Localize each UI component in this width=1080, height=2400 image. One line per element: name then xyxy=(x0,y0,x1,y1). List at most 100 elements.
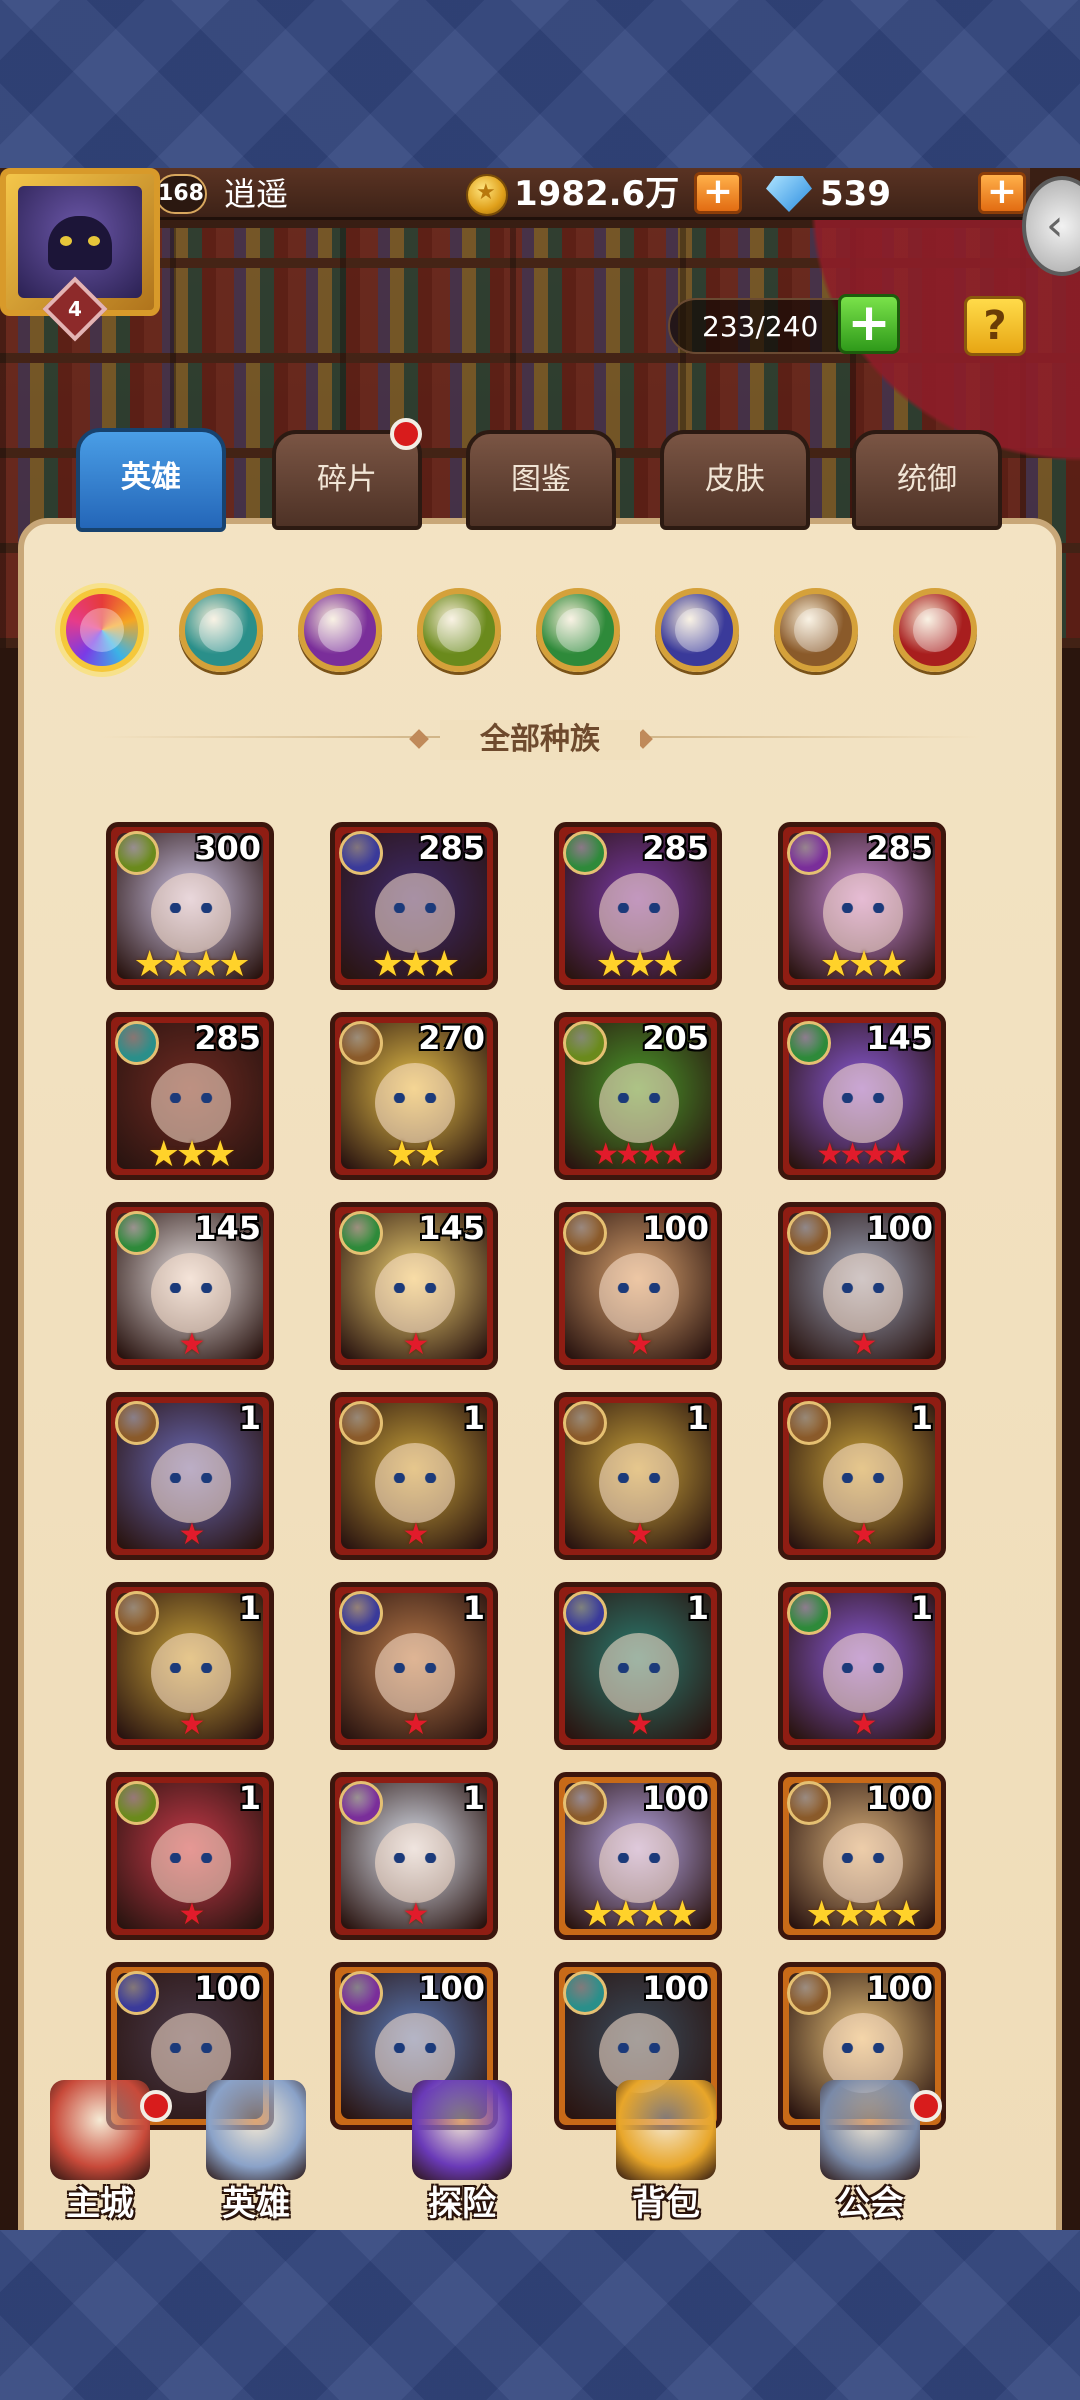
help-button[interactable]: ? xyxy=(964,296,1026,356)
letterbox-top xyxy=(0,0,1080,168)
hero-race-icon xyxy=(787,1211,831,1255)
hero-eyes xyxy=(837,903,889,913)
add-gold-button[interactable]: + xyxy=(694,172,742,214)
hero-card[interactable]: 285 ★★★ xyxy=(106,1012,274,1180)
hero-level: 100 xyxy=(866,1779,933,1817)
hero-level: 1 xyxy=(686,1589,709,1627)
hero-eyes xyxy=(837,2043,889,2053)
gold-coin-icon xyxy=(466,174,508,216)
hero-race-icon xyxy=(115,1591,159,1635)
hero-level: 100 xyxy=(418,1969,485,2007)
hero-face xyxy=(151,1443,231,1523)
race-emblem xyxy=(913,608,957,652)
hero-race-icon xyxy=(339,831,383,875)
avatar-eye-left xyxy=(60,236,72,246)
race-light-icon[interactable] xyxy=(774,588,858,672)
hero-card[interactable]: 1 ★ xyxy=(778,1582,946,1750)
hero-race-icon xyxy=(339,1971,383,2015)
hero-card[interactable]: 1 ★ xyxy=(554,1392,722,1560)
race-red-icon[interactable] xyxy=(893,588,977,672)
avatar-eye-right xyxy=(88,236,100,246)
hero-card[interactable]: 1 ★ xyxy=(330,1582,498,1750)
hero-eyes xyxy=(613,2043,665,2053)
hero-card[interactable]: 285 ★★★ xyxy=(778,822,946,990)
hero-card[interactable]: 1 ★ xyxy=(778,1392,946,1560)
hero-face xyxy=(375,1063,455,1143)
hero-card[interactable]: 285 ★★★ xyxy=(330,822,498,990)
hero-race-icon xyxy=(339,1211,383,1255)
race-emblem xyxy=(556,608,600,652)
all-races-icon[interactable] xyxy=(60,588,144,672)
hero-race-icon xyxy=(115,1021,159,1065)
hero-card[interactable]: 145 ★★★★ xyxy=(778,1012,946,1180)
player-name: 逍遥 xyxy=(224,175,289,213)
hero-face xyxy=(823,1823,903,1903)
hero-race-icon xyxy=(787,1591,831,1635)
hero-card[interactable]: 100 ★ xyxy=(554,1202,722,1370)
hero-card[interactable]: 100 ★★★★ xyxy=(554,1772,722,1940)
hero-level: 285 xyxy=(194,1019,261,1057)
hero-eyes xyxy=(389,903,441,913)
hero-stars: ★ xyxy=(178,1517,206,1552)
hero-eyes xyxy=(165,903,217,913)
hero-level: 145 xyxy=(418,1209,485,1247)
tab-skins[interactable]: 皮肤 xyxy=(660,430,810,530)
hero-card[interactable]: 100 ★ xyxy=(778,1202,946,1370)
hero-card[interactable]: 300 ★★★★ xyxy=(106,822,274,990)
hero-card[interactable]: 145 ★ xyxy=(330,1202,498,1370)
hero-stars: ★ xyxy=(402,1707,430,1742)
race-purple-icon[interactable] xyxy=(298,588,382,672)
add-diamond-button[interactable]: + xyxy=(978,172,1026,214)
tab-codex[interactable]: 图鉴 xyxy=(466,430,616,530)
hero-card[interactable]: 205 ★★★★ xyxy=(554,1012,722,1180)
hero-face xyxy=(151,1823,231,1903)
hero-card[interactable]: 270 ★★ xyxy=(330,1012,498,1180)
hero-card[interactable]: 1 ★ xyxy=(106,1392,274,1560)
hero-face xyxy=(823,873,903,953)
hero-card[interactable]: 1 ★ xyxy=(554,1582,722,1750)
hero-card[interactable]: 1 ★ xyxy=(330,1392,498,1560)
hero-eyes xyxy=(837,1093,889,1103)
hero-card[interactable]: 1 ★ xyxy=(106,1582,274,1750)
race-indigo-icon[interactable] xyxy=(655,588,739,672)
race-teal-icon[interactable] xyxy=(179,588,263,672)
nav-item-3[interactable]: 背包 xyxy=(586,2080,746,2230)
nav-item-1[interactable]: 英雄 xyxy=(176,2080,336,2230)
race-olive-icon[interactable] xyxy=(417,588,501,672)
hero-eyes xyxy=(837,1853,889,1863)
hero-eyes xyxy=(837,1283,889,1293)
hero-race-icon xyxy=(339,1781,383,1825)
hero-level: 100 xyxy=(194,1969,261,2007)
hero-eyes xyxy=(389,1663,441,1673)
hero-level: 1 xyxy=(238,1589,261,1627)
race-green-icon[interactable] xyxy=(536,588,620,672)
expand-capacity-button[interactable]: + xyxy=(838,294,900,354)
hero-card[interactable]: 1 ★ xyxy=(106,1772,274,1940)
hero-race-icon xyxy=(787,1971,831,2015)
hero-eyes xyxy=(165,1473,217,1483)
hero-eyes xyxy=(389,1853,441,1863)
hero-face xyxy=(375,873,455,953)
hero-stars: ★★★ xyxy=(595,944,685,985)
vip-level: 4 xyxy=(68,297,82,321)
hero-level: 205 xyxy=(642,1019,709,1057)
tab-heroes[interactable]: 英雄 xyxy=(76,428,226,532)
hero-eyes xyxy=(165,1093,217,1103)
hero-race-icon xyxy=(563,831,607,875)
hero-level: 1 xyxy=(238,1779,261,1817)
tab-command[interactable]: 统御 xyxy=(852,430,1002,530)
hero-card[interactable]: 1 ★ xyxy=(330,1772,498,1940)
hero-card[interactable]: 100 ★★★★ xyxy=(778,1772,946,1940)
hero-card[interactable]: 145 ★ xyxy=(106,1202,274,1370)
hero-face xyxy=(599,1443,679,1523)
nav-item-2[interactable]: 探险 xyxy=(382,2080,542,2230)
hero-stars: ★★★ xyxy=(819,944,909,985)
hero-race-icon xyxy=(115,1211,159,1255)
hero-race-icon xyxy=(339,1021,383,1065)
hero-eyes xyxy=(613,1283,665,1293)
letterbox-bottom xyxy=(0,2230,1080,2400)
hero-stars: ★★★ xyxy=(147,1134,237,1175)
hero-level: 100 xyxy=(642,1969,709,2007)
hero-face xyxy=(599,1063,679,1143)
hero-card[interactable]: 285 ★★★ xyxy=(554,822,722,990)
